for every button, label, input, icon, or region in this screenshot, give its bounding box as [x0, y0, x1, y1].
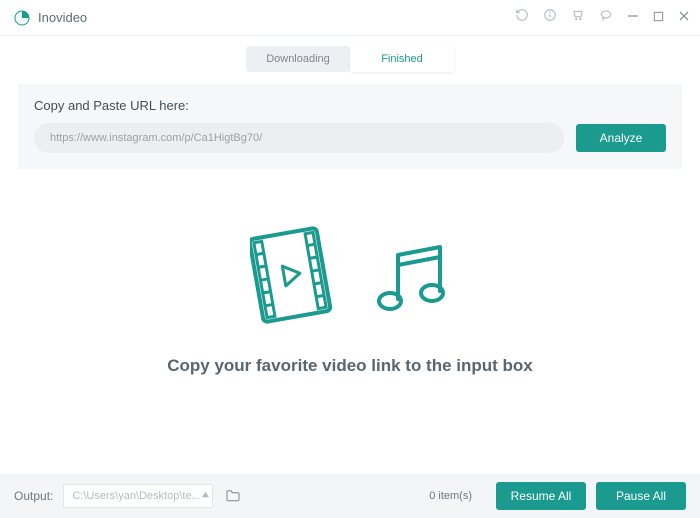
- empty-illustration-icon: [250, 223, 450, 332]
- url-label: Copy and Paste URL here:: [34, 98, 666, 113]
- cart-icon[interactable]: [571, 8, 585, 27]
- maximize-icon[interactable]: [653, 9, 664, 27]
- chevron-up-icon: [201, 490, 210, 502]
- tab-finished[interactable]: Finished: [350, 46, 454, 72]
- pause-all-button[interactable]: Pause All: [596, 482, 686, 510]
- titlebar: Inovideo: [0, 0, 700, 36]
- url-input[interactable]: [34, 123, 564, 153]
- tab-bar: Downloading Finished: [0, 46, 700, 72]
- output-path-dropdown[interactable]: C:\Users\yan\Desktop\te...: [63, 484, 213, 508]
- tab-downloading[interactable]: Downloading: [246, 46, 350, 72]
- app-logo-icon: [14, 10, 30, 26]
- url-panel: Copy and Paste URL here: Analyze: [18, 84, 682, 169]
- resume-all-button[interactable]: Resume All: [496, 482, 586, 510]
- output-label: Output:: [14, 489, 53, 503]
- empty-state: Copy your favorite video link to the inp…: [0, 223, 700, 376]
- bottom-bar: Output: C:\Users\yan\Desktop\te... 0 ite…: [0, 474, 700, 518]
- empty-message: Copy your favorite video link to the inp…: [167, 356, 533, 376]
- chat-icon[interactable]: [599, 8, 613, 27]
- minimize-icon[interactable]: [627, 9, 639, 27]
- app-title: Inovideo: [38, 10, 87, 25]
- close-icon[interactable]: [678, 9, 690, 27]
- refresh-icon[interactable]: [515, 8, 529, 27]
- item-count: 0 item(s): [429, 490, 472, 502]
- window-controls: [515, 8, 690, 27]
- info-icon[interactable]: [543, 8, 557, 27]
- output-path-text: C:\Users\yan\Desktop\te...: [72, 490, 200, 502]
- open-folder-button[interactable]: [223, 486, 243, 506]
- analyze-button[interactable]: Analyze: [576, 124, 666, 152]
